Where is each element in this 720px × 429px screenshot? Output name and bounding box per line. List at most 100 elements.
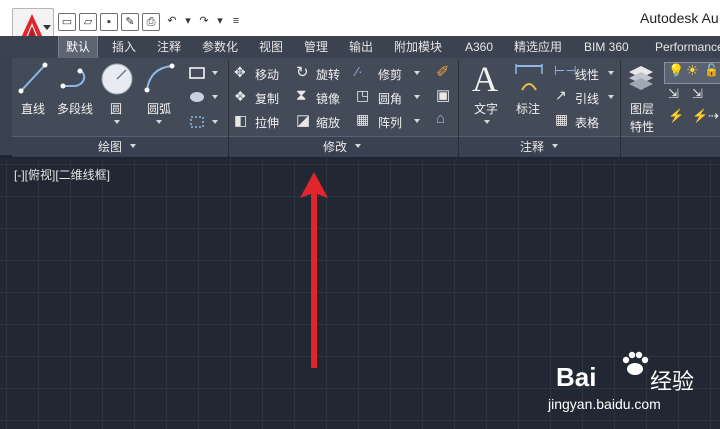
erase-icon[interactable]: ✐	[436, 62, 449, 82]
boundary-icon[interactable]	[188, 114, 206, 130]
layer-properties-icon[interactable]	[626, 62, 656, 92]
text-label: 文字	[474, 102, 499, 116]
tab-view[interactable]: 视图	[259, 36, 283, 58]
quick-access-toolbar: ▭ ▱ ▪ ✎ ⎙ ↶ ▾ ↷ ▾ ≡	[58, 11, 245, 33]
draw-panel-label[interactable]: 绘图	[98, 138, 122, 155]
save-icon[interactable]: ▪	[100, 13, 118, 31]
viewport-controls[interactable]: [-][俯视][二维线框]	[14, 166, 110, 183]
linear-label[interactable]: 线性	[575, 66, 599, 83]
customize-toolbar-icon[interactable]: ≡	[227, 13, 245, 31]
layer-tool-icon[interactable]: ⇲	[692, 86, 703, 102]
dimension-label: 标注	[516, 102, 541, 116]
drawing-canvas[interactable]	[0, 158, 720, 429]
rectangle-dropdown-icon[interactable]	[212, 71, 218, 75]
rectangle-icon[interactable]	[188, 66, 206, 80]
circle-dropdown-icon[interactable]	[114, 120, 120, 124]
linear-dropdown-icon[interactable]	[608, 71, 614, 75]
print-icon[interactable]: ⎙	[142, 13, 160, 31]
leader-dropdown-icon[interactable]	[608, 95, 614, 99]
save-as-icon[interactable]: ✎	[121, 13, 139, 31]
stretch-label[interactable]: 拉伸	[255, 114, 279, 131]
red-arrow-annotation	[300, 172, 328, 368]
open-folder-icon[interactable]: ▱	[79, 13, 97, 31]
polyline-icon[interactable]	[60, 66, 92, 92]
rotate-label[interactable]: 旋转	[316, 66, 340, 83]
tab-parametric[interactable]: 参数化	[202, 36, 238, 58]
arc-icon[interactable]	[142, 62, 176, 94]
tab-featured-apps[interactable]: 精选应用	[514, 36, 562, 58]
leader-label[interactable]: 引线	[575, 90, 599, 107]
table-label[interactable]: 表格	[575, 114, 599, 131]
watermark-url: jingyan.baidu.com	[548, 396, 661, 412]
chevron-down-icon	[43, 25, 51, 30]
trim-dropdown-icon[interactable]	[414, 71, 420, 75]
tab-annotate[interactable]: 注释	[157, 36, 181, 58]
fillet-label[interactable]: 圆角	[378, 90, 402, 107]
tab-output[interactable]: 输出	[349, 36, 373, 58]
sun-icon: ☀	[686, 62, 699, 78]
annotation-panel-label[interactable]: 注释	[520, 138, 544, 155]
layer-label: 图层	[630, 102, 655, 116]
text-dropdown-icon[interactable]	[484, 120, 490, 124]
layer-tool-icon[interactable]: ⇲	[668, 86, 679, 102]
undo-icon[interactable]: ↶	[163, 13, 181, 31]
annotation-panel-expand-icon[interactable]	[552, 144, 558, 148]
scale-label[interactable]: 缩放	[316, 114, 340, 131]
redo-dropdown-icon[interactable]: ▾	[216, 13, 224, 31]
fillet-dropdown-icon[interactable]	[414, 95, 420, 99]
lock-icon: 🔓	[704, 63, 719, 77]
hatch-icon[interactable]	[188, 90, 206, 104]
tab-a360[interactable]: A360	[465, 36, 493, 58]
polyline-label: 多段线	[57, 102, 94, 116]
fillet-icon[interactable]: ◳	[356, 87, 369, 104]
move-icon[interactable]: ✥	[234, 64, 246, 81]
mirror-icon[interactable]: ⧗	[296, 87, 307, 104]
linear-icon[interactable]: ⊢⊣	[554, 63, 577, 79]
hatch-dropdown-icon[interactable]	[212, 95, 218, 99]
copy-icon[interactable]: ❖	[234, 88, 247, 105]
line-label: 直线	[21, 102, 46, 116]
stretch-icon[interactable]: ◧	[234, 112, 247, 129]
tab-insert[interactable]: 插入	[112, 36, 136, 58]
undo-dropdown-icon[interactable]: ▾	[184, 13, 192, 31]
dimension-icon[interactable]	[514, 62, 544, 94]
explode-icon[interactable]: ▣	[436, 86, 450, 104]
watermark-text: 经验	[650, 369, 695, 394]
draw-panel-expand-icon[interactable]	[130, 144, 136, 148]
circle-label: 圆	[110, 102, 123, 116]
arc-dropdown-icon[interactable]	[156, 120, 162, 124]
text-icon[interactable]: A	[472, 58, 498, 100]
array-dropdown-icon[interactable]	[414, 119, 420, 123]
boundary-dropdown-icon[interactable]	[212, 120, 218, 124]
window-title: Autodesk Au	[640, 10, 719, 26]
move-label[interactable]: 移动	[255, 66, 279, 83]
rotate-icon[interactable]: ↻	[296, 63, 309, 81]
offset-icon[interactable]: ⌂	[436, 110, 445, 127]
paw-icon	[622, 351, 649, 375]
array-label[interactable]: 阵列	[378, 114, 402, 131]
redo-icon[interactable]: ↷	[195, 13, 213, 31]
tab-addins[interactable]: 附加模块	[394, 36, 442, 58]
tab-bim360[interactable]: BIM 360	[584, 36, 629, 58]
array-icon[interactable]: ▦	[356, 111, 369, 128]
layer-tool-icon[interactable]: ⚡	[668, 108, 684, 124]
mirror-label[interactable]: 镜像	[316, 90, 340, 107]
copy-label[interactable]: 复制	[255, 90, 279, 107]
lightbulb-icon: 💡	[668, 63, 685, 78]
new-file-icon[interactable]: ▭	[58, 13, 76, 31]
tab-performance[interactable]: Performance	[655, 36, 720, 58]
trim-icon[interactable]: ⁄·	[356, 64, 363, 79]
table-icon[interactable]: ▦	[555, 111, 568, 128]
layer-tool-icon[interactable]: ⚡	[692, 108, 708, 124]
layer-tool-icon[interactable]: ⇢	[708, 108, 719, 124]
line-icon[interactable]	[18, 62, 48, 94]
modify-panel-expand-icon[interactable]	[355, 144, 361, 148]
circle-icon[interactable]	[100, 62, 134, 96]
leader-icon[interactable]: ↗	[555, 87, 567, 104]
modify-panel-label[interactable]: 修改	[323, 138, 347, 155]
layers-panel-bar[interactable]	[621, 136, 720, 157]
scale-icon[interactable]: ◪	[296, 111, 310, 129]
tab-default[interactable]: 默认	[58, 36, 99, 58]
trim-label[interactable]: 修剪	[378, 66, 402, 83]
tab-manage[interactable]: 管理	[304, 36, 328, 58]
